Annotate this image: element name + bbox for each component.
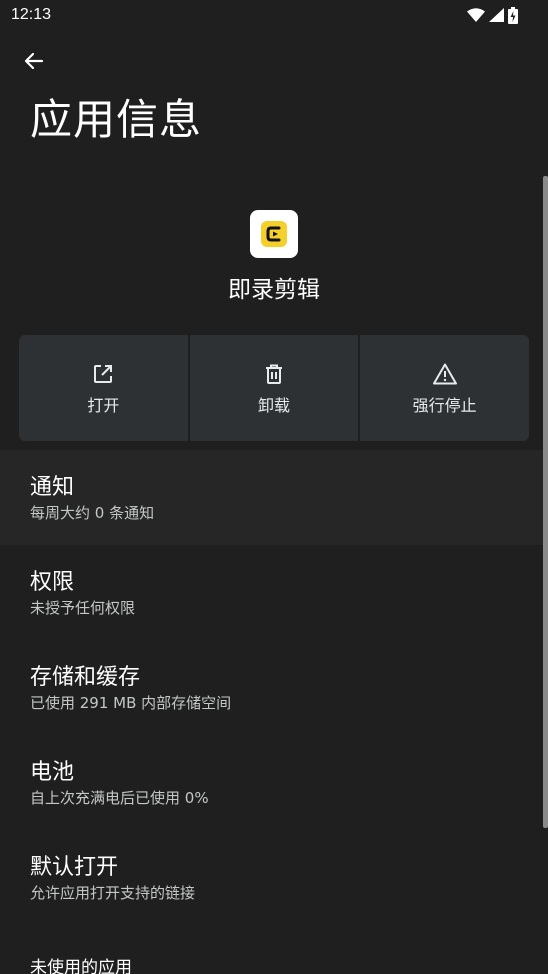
open-button[interactable]: 打开 — [19, 335, 188, 441]
page-title: 应用信息 — [30, 95, 203, 144]
item-title: 默认打开 — [30, 855, 119, 880]
uninstall-button[interactable]: 卸载 — [189, 335, 359, 441]
force-stop-button[interactable]: 强行停止 — [360, 335, 530, 441]
arrow-left-icon — [22, 49, 46, 77]
warning-icon — [432, 361, 458, 387]
back-button[interactable] — [14, 43, 54, 83]
item-subtitle: 自上次充满电后已使用 0% — [30, 789, 209, 807]
item-title: 存储和缓存 — [30, 665, 141, 690]
status-time: 12:13 — [11, 6, 52, 23]
open-external-icon — [90, 361, 116, 387]
wifi-icon — [467, 8, 485, 22]
settings-item-permissions[interactable]: 权限 未授予任何权限 — [0, 545, 543, 640]
action-buttons: 打开 卸载 强行停止 — [19, 335, 530, 441]
app-info-screen: 12:13 应用信息 即录剪辑 打开 卸载 强行停止 通知 每周大约 0 条通知… — [0, 0, 548, 974]
settings-item-unused-apps[interactable]: 未使用的应用 — [0, 925, 543, 974]
status-bar: 12:13 — [0, 0, 548, 30]
settings-item-battery[interactable]: 电池 自上次充满电后已使用 0% — [0, 735, 543, 830]
battery-charging-icon — [508, 6, 518, 24]
item-title: 未使用的应用 — [30, 958, 132, 974]
app-name: 即录剪辑 — [228, 277, 320, 303]
force-stop-button-label: 强行停止 — [412, 396, 477, 415]
status-icons — [467, 5, 518, 25]
item-title: 权限 — [30, 570, 75, 595]
cellular-signal-icon — [489, 8, 504, 22]
item-title: 电池 — [30, 760, 75, 785]
item-subtitle: 未授予任何权限 — [30, 599, 136, 617]
settings-item-open-by-default[interactable]: 默认打开 允许应用打开支持的链接 — [0, 830, 543, 925]
settings-list: 通知 每周大约 0 条通知 权限 未授予任何权限 存储和缓存 已使用 291 M… — [0, 450, 543, 974]
uninstall-button-label: 卸载 — [258, 396, 291, 415]
item-subtitle: 已使用 291 MB 内部存储空间 — [30, 694, 232, 712]
trash-icon — [261, 361, 287, 387]
settings-item-notifications[interactable]: 通知 每周大约 0 条通知 — [0, 450, 543, 545]
open-button-label: 打开 — [87, 396, 120, 415]
app-icon — [250, 210, 298, 258]
settings-item-storage[interactable]: 存储和缓存 已使用 291 MB 内部存储空间 — [0, 640, 543, 735]
item-title: 通知 — [30, 475, 75, 500]
app-logo-icon — [261, 221, 287, 247]
item-subtitle: 允许应用打开支持的链接 — [30, 884, 196, 902]
item-subtitle: 每周大约 0 条通知 — [30, 504, 155, 522]
